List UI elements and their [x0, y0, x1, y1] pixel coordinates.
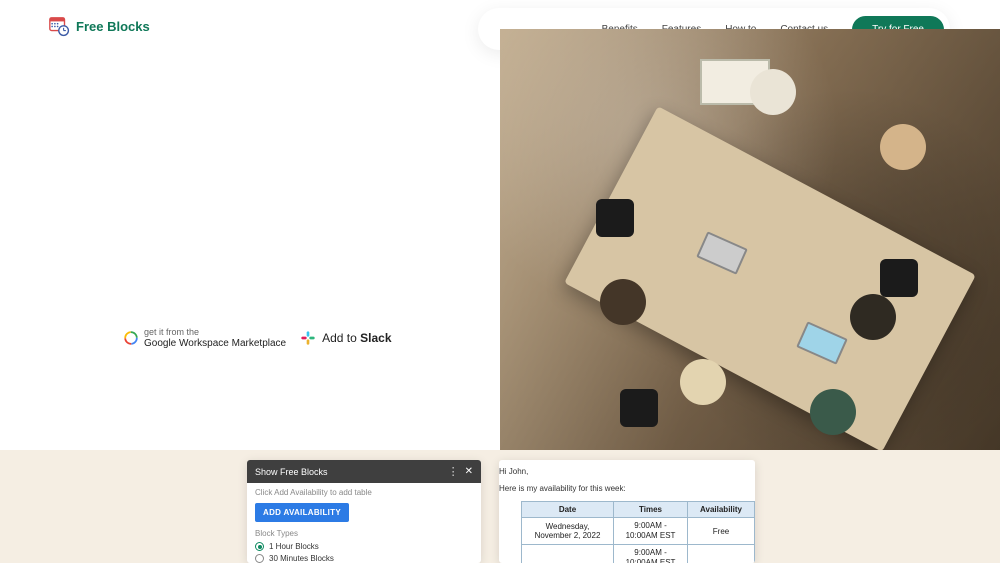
cell-times: 9:00AM - 10:00AM EST [614, 518, 688, 545]
table-row: Thursday, November 3, 2022 9:00AM - 10:0… [522, 545, 755, 563]
th-availability: Availability [688, 502, 755, 518]
cell-avail: Free [688, 518, 755, 545]
free-blocks-sidebar-demo: Show Free Blocks ⋮ ✕ Click Add Availabil… [247, 460, 481, 563]
availability-table: Date Times Availability Wednesday, Novem… [521, 501, 755, 563]
email-intro: Here is my availability for this week: [499, 484, 755, 493]
email-demo: Hi John, Here is my availability for thi… [499, 460, 755, 563]
cell-date: Wednesday, November 2, 2022 [522, 518, 614, 545]
radio-30min-label: 30 Minutes Blocks [269, 554, 334, 563]
th-times: Times [614, 502, 688, 518]
radio-1hour[interactable]: 1 Hour Blocks [255, 542, 473, 551]
radio-icon [255, 542, 264, 551]
calendar-clock-icon [48, 15, 70, 37]
cell-date: Thursday, November 3, 2022 [522, 545, 614, 563]
brand-logo[interactable]: Free Blocks [48, 15, 150, 37]
add-availability-button[interactable]: ADD AVAILABILITY [255, 503, 349, 522]
demo-panels: Show Free Blocks ⋮ ✕ Click Add Availabil… [247, 460, 753, 563]
radio-1hour-label: 1 Hour Blocks [269, 542, 319, 551]
close-icon[interactable]: ✕ [465, 466, 473, 477]
marketplace-links: get it from the Google Workspace Marketp… [124, 328, 392, 349]
more-icon[interactable]: ⋮ [448, 465, 457, 478]
email-greeting: Hi John, [499, 467, 755, 476]
sidebar-demo-title: Show Free Blocks [255, 467, 328, 477]
google-workspace-icon [124, 331, 138, 345]
radio-30min[interactable]: 30 Minutes Blocks [255, 554, 473, 563]
table-row: Wednesday, November 2, 2022 9:00AM - 10:… [522, 518, 755, 545]
slack-icon [300, 330, 316, 346]
sidebar-hint: Click Add Availability to add table [255, 488, 473, 497]
brand-name: Free Blocks [76, 19, 150, 34]
hero-photo [500, 29, 1000, 450]
th-date: Date [522, 502, 614, 518]
sidebar-demo-titlebar: Show Free Blocks ⋮ ✕ [247, 460, 481, 483]
add-to-slack-link[interactable]: Add to Slack [300, 330, 391, 346]
block-types-label: Block Types [255, 529, 473, 538]
cell-avail: Free [688, 545, 755, 563]
cell-times: 9:00AM - 10:00AM EST 2:00PM - 3:00PM EST… [614, 545, 688, 563]
radio-icon [255, 554, 264, 563]
google-workspace-link[interactable]: get it from the Google Workspace Marketp… [124, 328, 286, 349]
slack-text: Add to Slack [322, 331, 391, 345]
google-workspace-text: get it from the Google Workspace Marketp… [144, 328, 286, 349]
